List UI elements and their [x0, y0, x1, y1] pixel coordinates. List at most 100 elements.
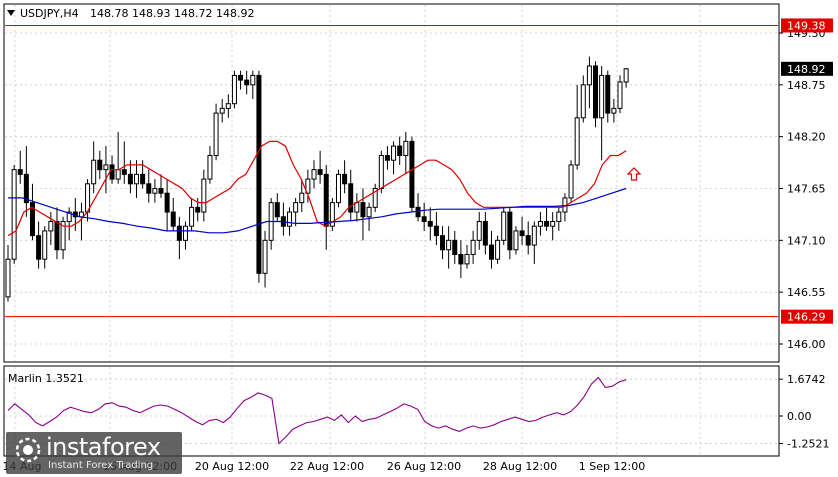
candle-body-bull: [378, 155, 384, 189]
time-tick-label: 20 Aug 12:00: [195, 460, 269, 473]
price-tick-label: 148.75: [787, 79, 826, 92]
candle-body-bear: [433, 225, 439, 237]
time-tick-label: 22 Aug 12:00: [290, 460, 364, 473]
level-price-tag: 149.38: [787, 19, 826, 32]
candle: [568, 160, 574, 203]
candle-body-bull: [574, 117, 580, 166]
candle-body-bear: [397, 145, 403, 157]
candle: [495, 235, 501, 264]
candle-body-bear: [452, 239, 458, 255]
candle-body-bear: [440, 235, 446, 251]
candle-body-bull: [250, 74, 256, 86]
candle-body-bull: [182, 225, 188, 241]
instaforex-logo-icon: [15, 437, 41, 463]
candle: [501, 207, 507, 246]
chart-canvas[interactable]: 149.30148.75148.20147.65147.10146.55146.…: [0, 0, 838, 477]
candle-body-bear: [146, 183, 152, 194]
symbol-timeframe: USDJPY,H4: [20, 7, 79, 20]
last-price-tag: 148.92: [787, 63, 826, 76]
time-tick-label: 1 Sep 12:00: [579, 460, 645, 473]
candle-body-bear: [121, 169, 127, 175]
candle-body-bear: [17, 169, 23, 175]
price-tick-label: 146.00: [787, 338, 826, 351]
candle-body-bear: [605, 74, 611, 114]
candle-body-bull: [599, 74, 605, 119]
candle-body-bear: [409, 140, 415, 208]
candle-body-bear: [109, 164, 115, 180]
candle-body-bull: [617, 81, 623, 109]
candle-body-bear: [482, 220, 488, 246]
candle-body-bull: [293, 202, 299, 213]
candle-body-bear: [415, 206, 421, 218]
candle-body-bull: [5, 258, 11, 298]
candle-body-bear: [488, 244, 494, 260]
candle: [11, 164, 17, 264]
candle: [513, 226, 519, 255]
candle-body-bear: [36, 235, 42, 260]
candle-body-bull: [91, 159, 97, 185]
candle-body-bear: [256, 74, 262, 274]
candle: [593, 61, 599, 128]
candle-body-bear: [593, 65, 599, 119]
candle-body-bull: [225, 103, 231, 109]
candle-body-bull: [531, 225, 537, 246]
osc-tick-label: -1.2521: [787, 438, 829, 451]
candle-body-bear: [360, 202, 366, 218]
candle: [335, 169, 341, 208]
price-tags: 149.38 146.29 148.92: [781, 18, 833, 324]
price-tick-label: 146.55: [787, 286, 826, 299]
main-chart-panel[interactable]: [3, 3, 780, 363]
candle-body-bear: [158, 188, 164, 194]
candle-body-bull: [580, 84, 586, 119]
candle-body-bull: [335, 173, 341, 204]
candle-body-bull: [207, 155, 213, 180]
candle-body-bear: [244, 79, 250, 86]
candle-body-bull: [299, 192, 305, 204]
candle-body-bear: [170, 211, 176, 227]
candle-body-bull: [213, 112, 219, 157]
candle-body-bull: [134, 173, 140, 185]
candle: [329, 197, 335, 231]
candle-body-bull: [48, 220, 54, 232]
candle-body-bull: [501, 211, 507, 241]
instaforex-watermark: instaforex Instant Forex Trading: [6, 432, 182, 474]
candle-body-bear: [458, 253, 464, 265]
candle-body-bull: [42, 230, 48, 260]
candle: [372, 183, 378, 213]
candle-body-bull: [568, 164, 574, 199]
candle-body-bear: [544, 220, 550, 227]
candle: [231, 70, 237, 109]
candle-body-bear: [525, 235, 531, 246]
candle: [409, 136, 415, 213]
osc-tick-label: 0.00: [787, 410, 812, 423]
candle-body-bull: [219, 107, 225, 114]
candle-body-bull: [513, 230, 519, 251]
osc-tick-label: 1.6742: [787, 373, 826, 386]
candle-body-bull: [103, 164, 109, 171]
candle-body-bear: [176, 225, 182, 241]
instaforex-tagline: Instant Forex Trading: [48, 460, 154, 471]
candle-body-bear: [140, 173, 146, 185]
candle: [256, 70, 262, 283]
price-tick-label: 147.65: [787, 183, 826, 196]
candle-body-bull: [262, 239, 268, 274]
candle-body-bull: [550, 220, 556, 227]
candle-body-bull: [287, 211, 293, 227]
candle-body-bear: [317, 169, 323, 175]
candle-body-bear: [127, 173, 133, 185]
candle-body-bull: [403, 140, 409, 157]
candle-body-bear: [54, 220, 60, 251]
candle-body-bear: [238, 74, 244, 81]
candle-body-bull: [189, 206, 195, 227]
candle-body-bull: [152, 188, 158, 194]
candle-body-bull: [611, 107, 617, 114]
candle-body-bull: [446, 239, 452, 251]
oscillator-axis: 1.6742 0.00 -1.2521: [779, 373, 829, 451]
candle-body-bull: [586, 65, 592, 86]
candle-body-bear: [348, 183, 354, 213]
time-tick-label: 26 Aug 12:00: [387, 460, 461, 473]
candle-body-bull: [470, 239, 476, 255]
candle-body-bear: [97, 159, 103, 171]
time-tick-label: 28 Aug 12:00: [483, 460, 557, 473]
candle-body-bear: [342, 173, 348, 185]
